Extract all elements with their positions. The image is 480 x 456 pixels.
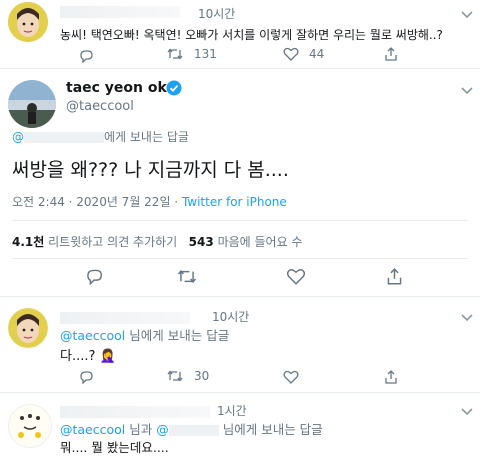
blurred-mention xyxy=(24,132,104,143)
share-icon xyxy=(385,47,397,61)
share-button[interactable] xyxy=(384,47,398,61)
tweet-time: 1시간 xyxy=(217,404,247,418)
handle[interactable]: @taeccool xyxy=(66,99,134,114)
tweet-text: 다....? 🤦‍♀️ xyxy=(60,349,116,364)
retweet-count: 30 xyxy=(194,369,210,383)
blurred-mention xyxy=(168,425,219,436)
reply-button[interactable] xyxy=(78,370,94,384)
like-button[interactable]: 44 xyxy=(283,47,324,61)
retweet-icon xyxy=(177,269,197,284)
chevron-down-icon[interactable] xyxy=(460,313,474,323)
timestamp-line: 오전 2:44 · 2020년 7월 22일 · Twitter for iPh… xyxy=(12,195,287,209)
share-button[interactable] xyxy=(384,370,398,384)
tweet-text: 농씨! 택연오빠! 옥택연! 오빠가 서치를 이렇게 잘하면 우리는 뭘로 써방… xyxy=(60,28,443,42)
reply-button[interactable] xyxy=(84,268,104,285)
like-stat-label[interactable]: 마음에 들어요 수 xyxy=(218,235,303,249)
share-icon xyxy=(387,268,402,285)
reply-context: @taeccool 님과 @ 님에게 보내는 답글 xyxy=(60,422,323,437)
reply-mention[interactable]: @ xyxy=(156,422,169,437)
chevron-down-icon[interactable] xyxy=(460,10,474,20)
blurred-username xyxy=(60,312,190,324)
avatar[interactable] xyxy=(8,404,52,448)
divider xyxy=(0,392,480,393)
share-icon xyxy=(385,370,397,384)
heart-icon xyxy=(283,370,299,384)
divider xyxy=(0,296,480,297)
blurred-username xyxy=(60,6,180,18)
heart-icon xyxy=(283,47,299,61)
reply-context: @ 에게 보내는 답글 xyxy=(12,130,189,144)
avatar[interactable] xyxy=(8,308,48,348)
like-count: 44 xyxy=(309,47,325,61)
divider xyxy=(12,220,468,221)
tweet-time: 10시간 xyxy=(212,310,250,324)
tweet-text: 뭐.... 뭘 봤는데요.... xyxy=(60,440,169,455)
retweet-icon xyxy=(167,48,183,60)
avatar[interactable] xyxy=(8,80,56,128)
divider xyxy=(0,68,480,69)
divider xyxy=(12,258,468,259)
share-button[interactable] xyxy=(386,268,403,285)
reply-context: @taeccool 님에게 보내는 답글 xyxy=(60,328,230,343)
reply-mention[interactable]: @ xyxy=(12,130,24,144)
reply-icon xyxy=(87,269,103,285)
like-button[interactable] xyxy=(283,370,299,384)
reply-icon xyxy=(80,50,93,63)
retweet-stat-count[interactable]: 4.1천 xyxy=(12,235,44,249)
retweet-icon xyxy=(167,370,183,382)
main-tweet-text: 써방을 왜??? 나 지금까지 다 봄.... xyxy=(12,159,289,181)
display-name[interactable]: taec yeon ok xyxy=(66,80,167,96)
reply-icon xyxy=(80,371,93,384)
retweet-button[interactable]: 131 xyxy=(166,47,217,61)
reply-mention[interactable]: @taeccool xyxy=(60,422,125,437)
avatar[interactable] xyxy=(8,2,48,42)
retweet-count: 131 xyxy=(194,47,217,61)
heart-icon xyxy=(286,269,306,285)
timestamp[interactable]: 오전 2:44 · 2020년 7월 22일 xyxy=(12,195,170,209)
blurred-username xyxy=(60,406,210,418)
verified-badge-icon xyxy=(166,80,182,96)
engagement-stats: 4.1천 리트윗하고 의견 추가하기 543 마음에 들어요 수 xyxy=(12,233,302,250)
chevron-down-icon[interactable] xyxy=(460,86,474,96)
like-button[interactable] xyxy=(286,268,306,285)
chevron-down-icon[interactable] xyxy=(460,407,474,417)
like-stat-count[interactable]: 543 xyxy=(189,235,214,249)
retweet-stat-label[interactable]: 리트윗하고 의견 추가하기 xyxy=(48,235,177,249)
retweet-button[interactable] xyxy=(176,268,198,285)
reply-button[interactable] xyxy=(78,49,94,63)
tweet-time: 10시간 xyxy=(198,7,236,21)
retweet-button[interactable]: 30 xyxy=(166,369,209,383)
reply-mention[interactable]: @taeccool xyxy=(60,328,125,343)
source-link[interactable]: Twitter for iPhone xyxy=(182,195,287,209)
